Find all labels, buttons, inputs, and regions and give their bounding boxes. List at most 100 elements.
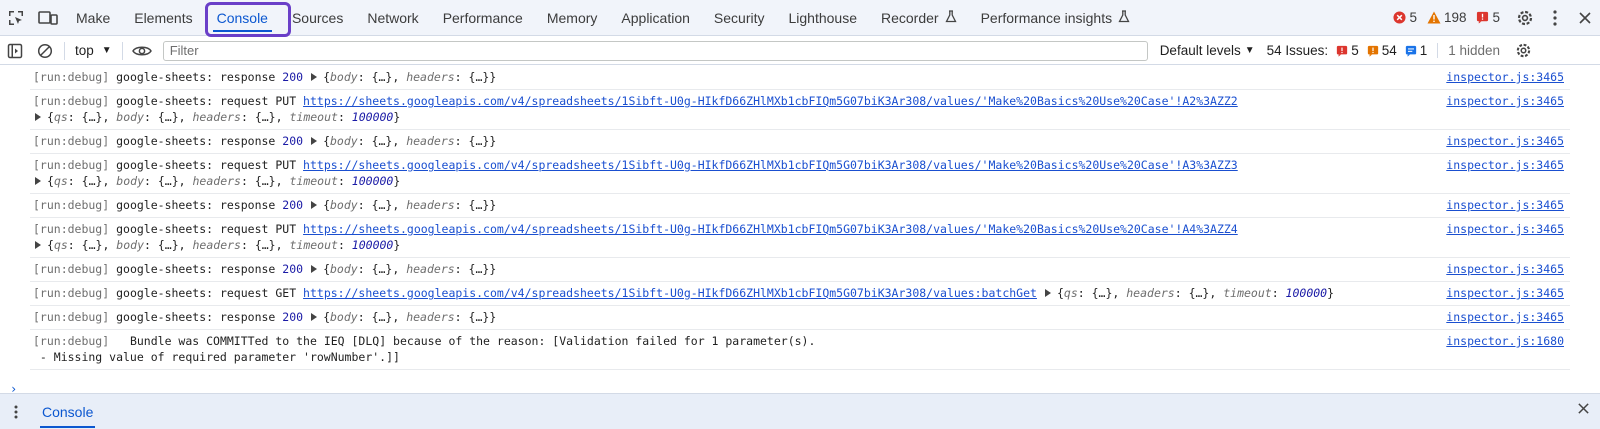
object-preview[interactable]: {body: {…}, headers: {…}} xyxy=(323,70,496,84)
drawer-bar: Console xyxy=(0,393,1600,429)
source-link[interactable]: inspector.js:3465 xyxy=(1446,93,1564,109)
source-link[interactable]: inspector.js:3465 xyxy=(1446,157,1564,173)
console-message[interactable]: [run:debug] google-sheets: response 200 {… xyxy=(30,306,1570,330)
live-expression-eye-icon[interactable] xyxy=(127,37,157,65)
object-preview[interactable]: {body: {…}, headers: {…}} xyxy=(323,198,496,212)
object-preview[interactable]: {body: {…}, headers: {…}} xyxy=(323,310,496,324)
warning-flag-icon xyxy=(1367,45,1378,57)
message-text: google-sheets: request PUT xyxy=(116,222,304,236)
source-link[interactable]: inspector.js:3465 xyxy=(1446,285,1564,301)
object-preview[interactable]: {body: {…}, headers: {…}} xyxy=(323,134,496,148)
message-text: google-sheets: response xyxy=(116,310,283,324)
object-preview[interactable]: {qs: {…}, body: {…}, headers: {…}, timeo… xyxy=(47,238,400,252)
console-message[interactable]: [run:debug] google-sheets: response 200 {… xyxy=(30,66,1570,90)
sidebar-toggle-icon[interactable] xyxy=(0,37,30,65)
source-link[interactable]: inspector.js:3465 xyxy=(1446,197,1564,213)
tab-highlight-outline xyxy=(204,1,291,37)
tab-console[interactable]: Console xyxy=(204,0,291,37)
status-code: 200 xyxy=(282,134,304,148)
status-code: 200 xyxy=(282,198,304,212)
expand-triangle-icon[interactable] xyxy=(311,313,318,321)
request-url-link[interactable]: https://sheets.googleapis.com/v4/spreads… xyxy=(303,94,1238,108)
object-preview[interactable]: {qs: {…}, headers: {…}, timeout: 100000} xyxy=(1057,286,1334,300)
object-key: timeout xyxy=(1223,286,1272,300)
message-text: google-sheets: request PUT xyxy=(116,158,304,172)
expand-triangle-icon[interactable] xyxy=(311,265,318,273)
object-key: qs xyxy=(53,238,68,252)
message-prefix: [run:debug] xyxy=(33,70,110,84)
issues-summary[interactable]: 54 Issues: 5 54 1 xyxy=(1267,43,1428,58)
clear-console-icon[interactable] xyxy=(30,37,60,65)
message-text: google-sheets: response xyxy=(116,70,283,84)
console-message[interactable]: [run:debug] google-sheets: request PUT h… xyxy=(30,154,1570,194)
tab-recorder[interactable]: Recorder xyxy=(869,0,969,36)
message-line: [run:debug] google-sheets: request PUT h… xyxy=(33,93,1450,109)
expand-triangle-icon[interactable] xyxy=(35,177,41,185)
tab-performance[interactable]: Performance xyxy=(431,0,535,36)
context-selector[interactable]: top ▼ xyxy=(69,43,118,58)
warning-icon xyxy=(1427,11,1441,24)
tab-network[interactable]: Network xyxy=(355,0,430,36)
console-message[interactable]: [run:debug] google-sheets: request PUT h… xyxy=(30,218,1570,258)
source-link[interactable]: inspector.js:3465 xyxy=(1446,133,1564,149)
close-devtools-icon[interactable] xyxy=(1570,0,1600,36)
expand-triangle-icon[interactable] xyxy=(311,137,318,145)
tab-lighthouse[interactable]: Lighthouse xyxy=(776,0,869,36)
tab-performance-insights[interactable]: Performance insights xyxy=(969,0,1143,36)
console-message[interactable]: [run:debug] google-sheets: response 200 {… xyxy=(30,258,1570,282)
message-line: [run:debug] google-sheets: request PUT h… xyxy=(33,221,1450,237)
expand-triangle-icon[interactable] xyxy=(1044,289,1051,297)
source-link[interactable]: inspector.js:3465 xyxy=(1446,309,1564,325)
console-message[interactable]: [run:debug] google-sheets: response 200 {… xyxy=(30,194,1570,218)
tab-elements[interactable]: Elements xyxy=(122,0,204,36)
object-value: 100000 xyxy=(351,110,394,124)
expand-triangle-icon[interactable] xyxy=(311,73,318,81)
log-levels-dropdown[interactable]: Default levels ▼ xyxy=(1160,43,1255,58)
source-link[interactable]: inspector.js:3465 xyxy=(1446,69,1564,85)
object-key: body xyxy=(330,134,358,148)
drawer-tab-console[interactable]: Console xyxy=(32,394,103,429)
message-line: [run:debug] google-sheets: response 200 {… xyxy=(33,69,1450,85)
source-link[interactable]: inspector.js:1680 xyxy=(1446,333,1564,349)
expand-triangle-icon[interactable] xyxy=(35,113,41,121)
tab-memory[interactable]: Memory xyxy=(535,0,610,36)
console-message[interactable]: [run:debug] google-sheets: response 200 {… xyxy=(30,130,1570,154)
tab-make[interactable]: Make xyxy=(64,0,122,36)
expand-triangle-icon[interactable] xyxy=(35,241,41,249)
source-link[interactable]: inspector.js:3465 xyxy=(1446,221,1564,237)
error-count[interactable]: 5 xyxy=(1393,10,1417,25)
status-code: 200 xyxy=(282,70,304,84)
object-value: {…} xyxy=(371,70,393,84)
source-link[interactable]: inspector.js:3465 xyxy=(1446,261,1564,277)
console-message[interactable]: [run:debug] google-sheets: request PUT h… xyxy=(30,90,1570,130)
message-line: [run:debug] google-sheets: request GET h… xyxy=(33,285,1450,301)
close-drawer-icon[interactable] xyxy=(1577,402,1590,418)
message-text: Bundle was COMMITTed to the IEQ [DLQ] be… xyxy=(116,334,816,348)
console-message[interactable]: [run:debug] google-sheets: request GET h… xyxy=(30,282,1570,306)
status-code: 200 xyxy=(282,262,304,276)
console-messages[interactable]: [run:debug] google-sheets: response 200 {… xyxy=(0,66,1600,393)
tab-security[interactable]: Security xyxy=(702,0,777,36)
inspect-element-icon[interactable] xyxy=(0,0,32,36)
expand-triangle-icon[interactable] xyxy=(311,201,318,209)
issues-count[interactable]: 5 xyxy=(1476,10,1500,25)
warning-count[interactable]: 198 xyxy=(1427,10,1466,25)
console-settings-gear-icon[interactable] xyxy=(1508,37,1538,65)
console-message[interactable]: [run:debug] Bundle was COMMITTed to the … xyxy=(30,330,1570,370)
status-counts[interactable]: 5 198 5 xyxy=(1393,0,1510,36)
more-options-icon[interactable] xyxy=(1540,0,1570,36)
tab-sources[interactable]: Sources xyxy=(280,0,355,36)
drawer-menu-icon[interactable] xyxy=(0,405,32,419)
filter-input[interactable] xyxy=(162,40,1148,61)
object-value: {…} xyxy=(254,110,276,124)
object-value: {…} xyxy=(468,310,490,324)
object-preview[interactable]: {qs: {…}, body: {…}, headers: {…}, timeo… xyxy=(47,174,400,188)
request-url-link[interactable]: https://sheets.googleapis.com/v4/spreads… xyxy=(303,222,1238,236)
object-preview[interactable]: {body: {…}, headers: {…}} xyxy=(323,262,496,276)
tab-application[interactable]: Application xyxy=(609,0,702,36)
request-url-link[interactable]: https://sheets.googleapis.com/v4/spreads… xyxy=(303,286,1037,300)
device-toolbar-icon[interactable] xyxy=(32,0,64,36)
object-preview[interactable]: {qs: {…}, body: {…}, headers: {…}, timeo… xyxy=(47,110,400,124)
request-url-link[interactable]: https://sheets.googleapis.com/v4/spreads… xyxy=(303,158,1238,172)
settings-gear-icon[interactable] xyxy=(1510,0,1540,36)
